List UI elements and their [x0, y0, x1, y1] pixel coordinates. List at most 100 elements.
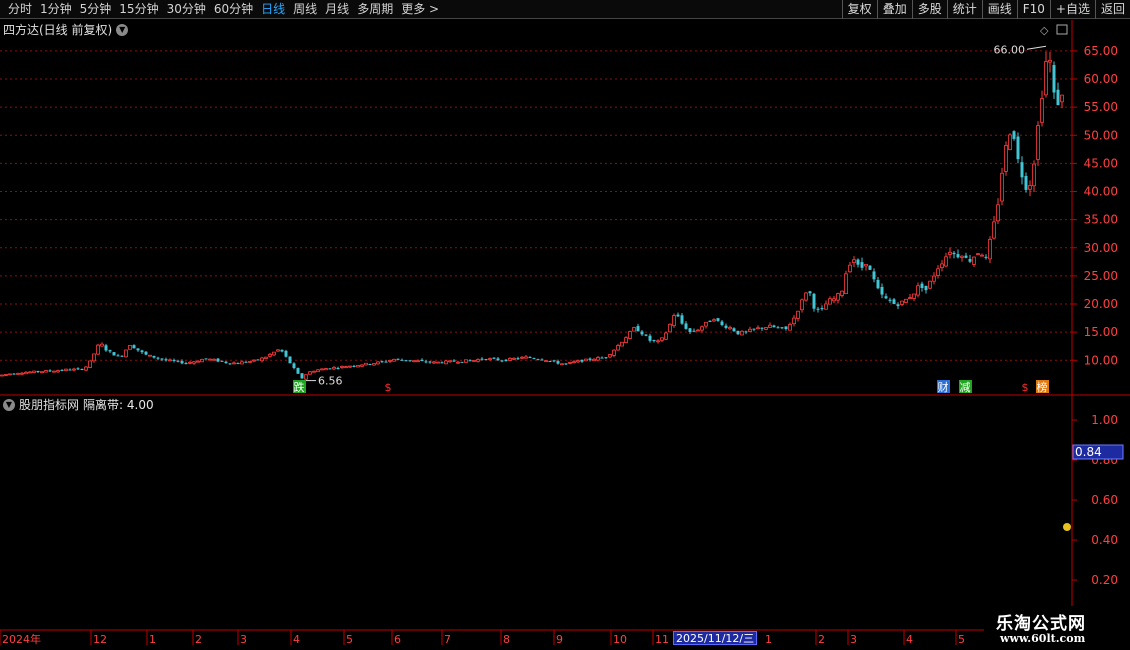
candle-body [508, 358, 512, 361]
event-marker-label: $ [1022, 381, 1029, 394]
candle-body [464, 359, 468, 363]
candle-body [904, 298, 908, 303]
y-tick-label: 20.00 [1084, 297, 1118, 311]
candle-body [24, 371, 28, 375]
candle-body [332, 366, 336, 370]
y-tick-label: 50.00 [1084, 128, 1118, 142]
candle-body [640, 331, 644, 335]
candle-body [48, 370, 52, 372]
y-tick-label: 10.00 [1084, 353, 1118, 367]
candle-body [440, 362, 444, 364]
candle-body [932, 275, 936, 282]
candle-body [500, 360, 504, 362]
candle-body [872, 271, 876, 280]
candle-body [992, 221, 996, 239]
x-tick-label: 2024年 [2, 632, 41, 646]
candle-body [656, 340, 660, 343]
candle-body [256, 359, 260, 361]
event-marker-label: 减 [960, 381, 971, 394]
candle-body [432, 361, 436, 364]
candle-body [664, 332, 668, 340]
x-tick-label: 1 [765, 633, 772, 646]
candle-body [504, 359, 508, 362]
candle-body [940, 263, 944, 268]
candle-body [712, 319, 716, 322]
candle-body [628, 331, 632, 339]
candle-body [380, 361, 384, 363]
y-tick-label: 60.00 [1084, 72, 1118, 86]
candle-body [880, 286, 884, 295]
candle-body [1040, 98, 1044, 123]
candle-body [972, 256, 976, 265]
candle-body [192, 361, 196, 364]
chart-canvas[interactable]: 10.00 15.00 20.00 25.00 30.00 35.00 40.00 45.00… [0, 0, 1130, 650]
candle-body [292, 363, 296, 368]
candle-body [668, 323, 672, 333]
candle-body [44, 370, 48, 373]
candle-body [140, 350, 144, 353]
candle-body [444, 360, 448, 365]
x-tick-label: 7 [444, 633, 451, 646]
candle-body [616, 345, 620, 351]
candle-body [124, 349, 128, 358]
candle-body [364, 362, 368, 366]
candle-body [276, 349, 280, 352]
candle-body [760, 327, 764, 329]
y-tick-label: 55.00 [1084, 100, 1118, 114]
y-tick-label: 1.00 [1091, 413, 1118, 427]
candle-body [808, 291, 812, 294]
indicator-signal-icon [1063, 523, 1071, 531]
candle-body [1036, 125, 1040, 160]
candle-body [356, 365, 360, 368]
candle-body [632, 327, 636, 332]
candle-body [212, 358, 216, 361]
candle-body [104, 345, 108, 351]
candle-body [268, 353, 272, 357]
candle-body [540, 359, 544, 361]
candle-body [164, 359, 168, 361]
watermark-url: www.60lt.com [1000, 632, 1086, 645]
candle-body [984, 256, 988, 258]
candle-body [232, 362, 236, 365]
y-tick-label: 40.00 [1084, 185, 1118, 199]
candle-body [732, 328, 736, 332]
candle-body [1020, 162, 1024, 178]
candle-body [68, 369, 72, 371]
candle-body [392, 358, 396, 362]
candle-body [1028, 185, 1032, 190]
x-tick-label: 2 [195, 633, 202, 646]
candle-body [84, 366, 88, 371]
event-marker-label: $ [385, 381, 392, 394]
candle-body [552, 360, 556, 362]
candle-body [556, 361, 560, 364]
candle-body [128, 345, 132, 350]
x-tick-label: 2 [818, 633, 825, 646]
candle-body [436, 361, 440, 364]
y-tick-label: 15.00 [1084, 325, 1118, 339]
candle-body [472, 359, 476, 362]
candle-body [284, 350, 288, 357]
candle-body [12, 373, 16, 375]
candle-body [64, 368, 68, 371]
x-tick-label: 5 [958, 633, 965, 646]
candle-body [4, 374, 8, 376]
candle-body [196, 360, 200, 363]
candle-body [244, 361, 248, 363]
candle-body [32, 370, 36, 373]
candle-body [620, 341, 624, 347]
candle-body [980, 254, 984, 257]
event-marker-label: 榜 [1037, 380, 1048, 394]
candle-body [888, 299, 892, 301]
candle-body [480, 358, 484, 360]
candle-body [260, 357, 264, 362]
candle-body [588, 358, 592, 360]
candle-body [236, 363, 240, 365]
candle-body [812, 293, 816, 309]
candle-body [824, 303, 828, 310]
candle-body [720, 321, 724, 325]
candle-body [448, 360, 452, 363]
candle-body [1016, 136, 1020, 160]
candle-body [768, 324, 772, 328]
current-value-label: 0.84 [1075, 445, 1102, 459]
candle-body [896, 304, 900, 307]
